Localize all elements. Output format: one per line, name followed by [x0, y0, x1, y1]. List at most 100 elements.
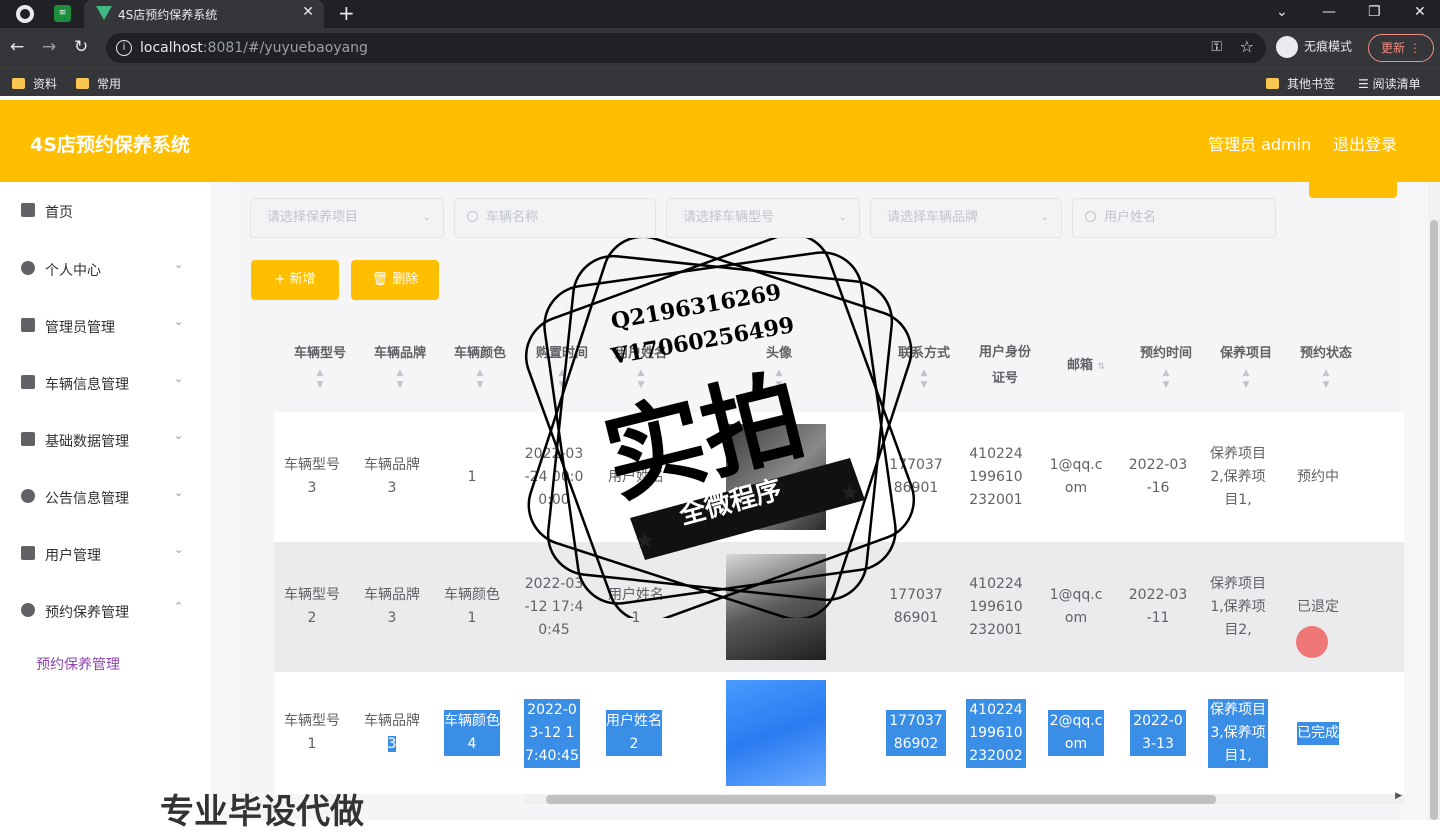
sort-icon: ▲ ▼: [775, 368, 783, 390]
sidebar-item-maintenance[interactable]: 预约保养管理 ⌃: [0, 590, 210, 630]
folder-icon: [1266, 78, 1279, 89]
sheet-icon[interactable]: ≡: [54, 5, 71, 22]
bookmark-star-icon[interactable]: ☆: [1240, 37, 1254, 56]
browser-tab[interactable]: 4S店预约保养系统 ✕: [84, 0, 324, 28]
sort-icon: ▲ ▼: [316, 368, 324, 390]
sidebar-subitem-maintenance[interactable]: 预约保养管理: [36, 654, 120, 674]
column-header[interactable]: 车辆型号 ▲ ▼: [282, 320, 358, 412]
cursor-indicator: [1296, 626, 1328, 658]
cell-status: 预约中: [1297, 468, 1339, 485]
table-row[interactable]: 车辆型号2 车辆品牌3 车辆颜色1 2022-03-12 17:40:45 用户…: [274, 542, 1404, 672]
scroll-right-icon[interactable]: ▶: [1395, 791, 1402, 801]
scrollbar-thumb[interactable]: [1430, 220, 1438, 820]
search-button[interactable]: [1309, 178, 1397, 198]
chevron-up-icon: ⌃: [174, 600, 184, 613]
project-select[interactable]: 请选择保养项目 ⌄: [250, 198, 444, 238]
vue-logo-icon: [96, 6, 112, 20]
browser-tab-bar: ≡ 4S店预约保养系统 ✕ + ⌄ — ❐ ✕: [0, 0, 1440, 28]
table-row[interactable]: 车辆型号3 车辆品牌3 1 2022-03-24 00:00:00 用户姓名 1…: [274, 412, 1404, 542]
minimize-icon[interactable]: —: [1322, 4, 1336, 20]
sidebar-item-notices[interactable]: 公告信息管理 ⌄: [0, 476, 210, 516]
bookmark-folder[interactable]: 常用: [76, 75, 121, 92]
restore-icon[interactable]: ❐: [1368, 4, 1381, 20]
column-header[interactable]: 车辆颜色 ▲ ▼: [442, 320, 518, 412]
add-button[interactable]: + 新增: [251, 260, 339, 300]
home-icon: [21, 203, 35, 217]
cell-project: 保养项目1,保养项目2,: [1210, 575, 1266, 638]
cell-buy-time: 2022-03-24 00:00:00: [524, 445, 584, 508]
sort-icon: ⇅: [1097, 362, 1106, 372]
scrollbar-thumb[interactable]: [546, 795, 1216, 804]
tab-title: 4S店预约保养系统: [118, 8, 218, 22]
bookmark-folder[interactable]: 资料: [12, 75, 57, 92]
tab-search-icon[interactable]: ⌄: [1276, 4, 1288, 20]
chevron-down-icon: ⌄: [1040, 212, 1049, 223]
column-header[interactable]: 用户身份证号: [964, 320, 1046, 412]
car-type-select[interactable]: 请选择车辆型号 ⌄: [666, 198, 860, 238]
sidebar-item-users[interactable]: 用户管理 ⌄: [0, 533, 210, 573]
chevron-down-icon: ⌄: [174, 429, 184, 442]
user-name-input[interactable]: 用户姓名: [1072, 198, 1276, 238]
car-brand-select[interactable]: 请选择车辆品牌 ⌄: [870, 198, 1062, 238]
cell-idcard: 410224199610232001: [969, 445, 1023, 508]
cell-idcard: 410224199610232002: [966, 672, 1026, 794]
cell-email: 2@qq.com: [1048, 672, 1104, 794]
reading-list[interactable]: ☰ 阅读清单: [1358, 75, 1421, 92]
cell-idcard: 410224199610232001: [969, 575, 1023, 638]
avatar: [726, 554, 826, 660]
column-header[interactable]: 头像 ▲ ▼: [684, 320, 874, 412]
new-tab-icon[interactable]: +: [338, 1, 355, 25]
cell-user: 用户姓名1: [608, 587, 664, 626]
forward-icon[interactable]: →: [42, 37, 56, 57]
back-icon[interactable]: ←: [10, 37, 24, 57]
column-header[interactable]: 预约时间 ▲ ▼: [1126, 320, 1206, 412]
sidebar-item-home[interactable]: 首页: [0, 190, 210, 230]
sidebar-item-vehicles[interactable]: 车辆信息管理 ⌄: [0, 362, 210, 402]
car-name-input[interactable]: 车辆名称: [454, 198, 656, 238]
globe-icon[interactable]: [16, 5, 34, 23]
main-content: 请选择保养项目 ⌄ 车辆名称 请选择车辆型号 ⌄ 请选择车辆品牌 ⌄ 用户姓名 …: [210, 178, 1430, 820]
cell-buy-time: 2022-03-12 17:40:45: [524, 672, 580, 794]
chevron-down-icon: ⌄: [174, 372, 184, 385]
site-info-icon[interactable]: i: [116, 40, 132, 56]
cell-type: 车辆型号1: [284, 713, 340, 752]
column-header[interactable]: 购置时间 ▲ ▼: [522, 320, 602, 412]
horizontal-scrollbar[interactable]: ▶: [524, 791, 1404, 804]
column-header[interactable]: 预约状态 ▲ ▼: [1286, 320, 1366, 412]
incognito-icon: [1276, 36, 1298, 58]
sort-icon: ▲ ▼: [558, 368, 566, 390]
search-icon: [467, 211, 478, 222]
sidebar-item-profile[interactable]: 个人中心 ⌄: [0, 248, 210, 288]
other-bookmarks[interactable]: 其他书签: [1266, 75, 1335, 92]
cell-color: 车辆颜色4: [444, 672, 500, 794]
close-window-icon[interactable]: ✕: [1414, 4, 1426, 20]
table-row[interactable]: 车辆型号1 车辆品牌3 车辆颜色4 2022-03-12 17:40:45 用户…: [274, 672, 1404, 794]
reload-icon[interactable]: ↻: [74, 37, 88, 57]
column-header[interactable]: 车辆品牌 ▲ ▼: [362, 320, 438, 412]
update-button[interactable]: 更新 ⋮: [1368, 34, 1434, 62]
table-header: 车辆型号 ▲ ▼ 车辆品牌 ▲ ▼ 车辆颜色 ▲ ▼ 购置时间 ▲ ▼ 用户姓名 ▲ ▼ 头像 ▲ ▼ …: [274, 320, 1404, 412]
cell-brand: 车辆品牌3: [364, 457, 420, 496]
delete-button[interactable]: 🗑 删除: [351, 260, 439, 300]
cell-buy-time: 2022-03-12 17:40:45: [524, 575, 584, 638]
incognito-indicator[interactable]: 无痕模式: [1276, 36, 1352, 58]
bulb-icon: [21, 603, 35, 617]
url-field[interactable]: i localhost:8081/#/yuyuebaoyang ⚿ ☆: [106, 33, 1266, 63]
cell-appt: 2022-03-11: [1128, 587, 1188, 626]
sidebar: 首页 个人中心 ⌄ 管理员管理 ⌄ 车辆信息管理 ⌄ 基础数据管理 ⌄ 公告信息…: [0, 182, 210, 820]
sidebar-item-basedata[interactable]: 基础数据管理 ⌄: [0, 419, 210, 459]
column-header[interactable]: 用户姓名 ▲ ▼: [604, 320, 678, 412]
tab-close-icon[interactable]: ✕: [302, 4, 314, 20]
search-icon: [1085, 211, 1096, 222]
key-icon[interactable]: ⚿: [1211, 39, 1222, 55]
vertical-scrollbar[interactable]: [1428, 182, 1440, 820]
bookmarks-bar: 资料 常用 其他书签 ☰ 阅读清单: [0, 68, 1440, 96]
clipboard-icon: [21, 375, 35, 389]
sort-icon: ▲ ▼: [920, 368, 928, 390]
column-header[interactable]: 保养项目 ▲ ▼: [1206, 320, 1286, 412]
list-icon: [21, 318, 35, 332]
logout-link[interactable]: 退出登录: [1333, 131, 1397, 155]
sidebar-item-admins[interactable]: 管理员管理 ⌄: [0, 305, 210, 345]
column-header[interactable]: 邮箱 ⇅: [1046, 320, 1126, 412]
column-header[interactable]: 联系方式 ▲ ▼: [884, 320, 964, 412]
